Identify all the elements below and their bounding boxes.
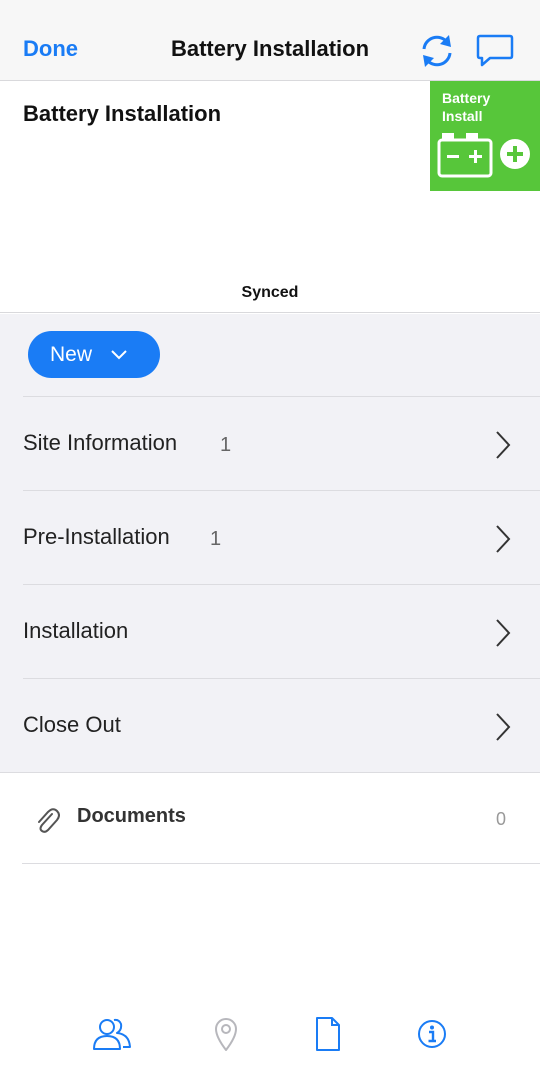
chevron-right-icon (496, 525, 511, 553)
section-count: 1 (220, 434, 232, 456)
sections-list: Site Information 1 Pre-Installation 1 In… (0, 396, 540, 772)
section-row-installation[interactable]: Installation (23, 584, 540, 678)
documents-row[interactable]: Documents 0 (22, 773, 540, 864)
documents-count: 0 (495, 809, 506, 829)
people-icon (93, 1018, 131, 1050)
chevron-right-icon (496, 431, 511, 459)
record-title: Battery Installation (23, 101, 222, 126)
section-label: Site Information (23, 430, 178, 455)
info-icon (418, 1020, 446, 1048)
tab-bar (0, 1000, 540, 1076)
tab-documents[interactable] (306, 1012, 350, 1056)
new-button-label: New (50, 342, 93, 366)
section-label: Close Out (23, 712, 121, 737)
chevron-down-icon (111, 349, 127, 359)
section-label: Installation (23, 618, 129, 643)
documents-section: Documents 0 (0, 772, 540, 864)
actions-bar: New (0, 314, 540, 396)
tab-location[interactable] (204, 1012, 248, 1056)
tab-people[interactable] (90, 1012, 134, 1056)
location-pin-icon (215, 1018, 237, 1051)
tab-info[interactable] (410, 1012, 454, 1056)
new-button[interactable]: New (28, 331, 160, 378)
badge-label: Battery Install (442, 90, 491, 124)
sync-status: Synced (241, 284, 299, 301)
section-row-close-out[interactable]: Close Out (23, 678, 540, 772)
record-header: Battery Installation Battery Install Syn… (0, 81, 540, 313)
navigation-bar: Done Battery Installation (0, 0, 540, 81)
section-label: Pre-Installation (23, 524, 170, 549)
chevron-right-icon (496, 619, 511, 647)
documents-label: Documents (77, 805, 186, 827)
section-row-pre-installation[interactable]: Pre-Installation 1 (23, 490, 540, 584)
nav-title: Battery Installation (170, 36, 370, 61)
section-row-site-information[interactable]: Site Information 1 (23, 396, 540, 490)
battery-icon (437, 133, 530, 178)
section-count: 1 (210, 528, 222, 550)
chat-bubble-icon[interactable] (474, 30, 516, 72)
form-badge: Battery Install (430, 81, 540, 191)
chevron-right-icon (496, 713, 511, 741)
sync-icon[interactable] (416, 30, 458, 72)
paperclip-icon (38, 808, 60, 833)
document-icon (316, 1017, 340, 1051)
